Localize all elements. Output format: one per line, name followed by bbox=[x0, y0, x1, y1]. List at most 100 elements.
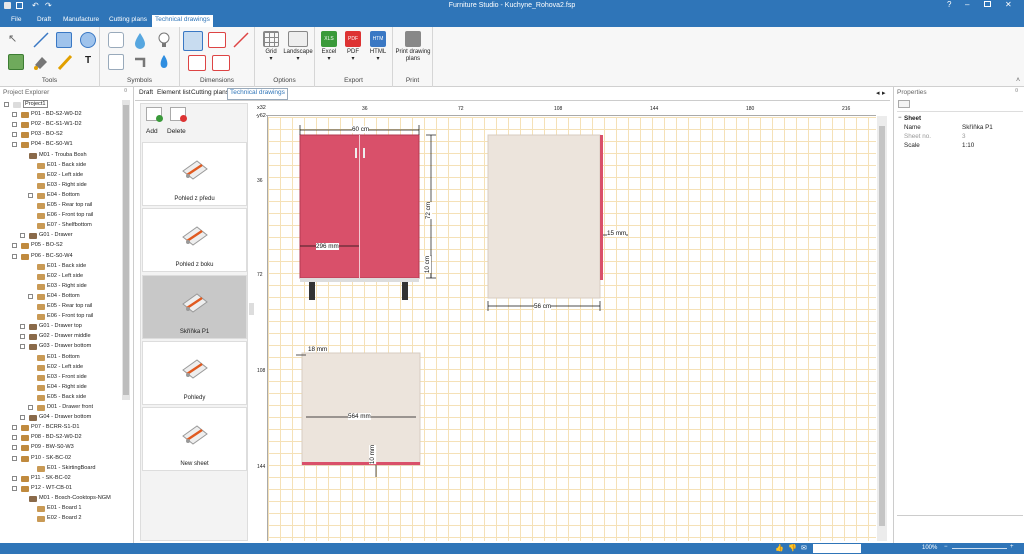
line-tool-icon[interactable] bbox=[32, 31, 50, 49]
water-drop-icon[interactable] bbox=[132, 31, 148, 49]
categorized-view-icon[interactable] bbox=[898, 100, 910, 108]
splitter-grip[interactable] bbox=[249, 303, 254, 315]
add-sheet-icon[interactable] bbox=[146, 107, 163, 122]
sheet-thumbnail[interactable]: Skříňka P1 bbox=[142, 274, 247, 339]
canvas-scrollbar-thumb[interactable] bbox=[879, 126, 885, 526]
zoom-in-icon[interactable]: + bbox=[1010, 544, 1014, 550]
bottom-view[interactable] bbox=[301, 352, 421, 466]
tree-expand-icon[interactable] bbox=[12, 435, 17, 441]
tab-cutting-plans[interactable]: Cutting plans bbox=[106, 15, 150, 24]
pointer-icon[interactable]: ↖ bbox=[8, 32, 24, 48]
image-tool-icon[interactable] bbox=[8, 54, 24, 70]
tab-technical-drawings[interactable]: Technical drawings bbox=[152, 15, 213, 27]
landscape-button[interactable]: Landscape ▾ bbox=[283, 31, 313, 62]
doctab-draft[interactable]: Draft bbox=[139, 89, 153, 96]
tree-expand-icon[interactable] bbox=[20, 324, 25, 330]
tree-expand-icon[interactable] bbox=[12, 475, 17, 481]
tab-draft[interactable]: Draft bbox=[34, 15, 54, 24]
close-icon[interactable]: ✕ bbox=[1005, 0, 1012, 9]
fill-tool-icon[interactable] bbox=[32, 53, 50, 71]
delete-sheet-button[interactable]: Delete bbox=[167, 128, 186, 135]
pdf-button[interactable]: PDF PDF ▾ bbox=[342, 31, 364, 62]
zoom-out-icon[interactable]: − bbox=[944, 544, 948, 550]
collapse-ribbon-icon[interactable]: ˄ bbox=[1016, 77, 1020, 84]
canvas-scrollbar[interactable] bbox=[877, 116, 887, 541]
tree-expand-icon[interactable] bbox=[12, 455, 17, 461]
dimension-angle-icon[interactable] bbox=[232, 31, 250, 49]
section-collapse-icon[interactable]: − bbox=[898, 115, 902, 121]
sheet-thumbnail[interactable]: Pohledy bbox=[142, 340, 247, 405]
dimensions-group: Dimensions bbox=[180, 27, 255, 87]
html-button[interactable]: HTM HTML ▾ bbox=[366, 31, 390, 62]
tree-expand-icon[interactable] bbox=[12, 122, 17, 128]
tree-expand-icon[interactable] bbox=[28, 192, 33, 198]
tree-expand-icon[interactable] bbox=[20, 334, 25, 340]
gas-flame-icon[interactable] bbox=[156, 53, 172, 71]
restore-icon[interactable] bbox=[984, 1, 991, 7]
dimension-chain-icon[interactable] bbox=[212, 55, 230, 71]
feedback-field[interactable] bbox=[813, 544, 861, 553]
tree-expand-icon[interactable] bbox=[28, 293, 33, 299]
explorer-scrollbar-thumb[interactable] bbox=[123, 105, 129, 395]
sheet-thumbnail[interactable]: Pohled z předu bbox=[142, 142, 247, 206]
tree-expand-icon[interactable] bbox=[20, 415, 25, 421]
tree-item-label: E01 - Board 1 bbox=[47, 505, 82, 511]
tree-expand-icon[interactable] bbox=[12, 243, 17, 249]
drawing-canvas[interactable]: 60 cm 72 cm 296 mm 10 cm 56 cm 15 mm 18 … bbox=[268, 117, 876, 541]
doctab-cutting-plans[interactable]: Cutting plans bbox=[191, 89, 229, 96]
prop-scale-value[interactable]: 1:10 bbox=[962, 142, 974, 149]
tree-expand-icon[interactable] bbox=[12, 142, 17, 148]
doctab-technical-drawings[interactable]: Technical drawings bbox=[227, 88, 288, 100]
delete-sheet-icon[interactable] bbox=[170, 107, 187, 122]
socket-symbol-icon[interactable] bbox=[108, 32, 124, 48]
tree-expand-icon[interactable] bbox=[12, 445, 17, 451]
tree-expand-icon[interactable] bbox=[12, 485, 17, 491]
drawing-sheet-icon bbox=[181, 422, 209, 446]
tree-expand-icon[interactable] bbox=[12, 112, 17, 118]
zoom-slider[interactable] bbox=[952, 548, 1007, 549]
help-icon[interactable]: ? bbox=[947, 0, 951, 9]
tree-expand-icon[interactable] bbox=[28, 405, 33, 410]
grid-button[interactable]: Grid ▾ bbox=[259, 31, 283, 62]
properties-pin-icon[interactable]: ¤ bbox=[1015, 88, 1018, 94]
like-icon[interactable]: 👍 bbox=[775, 544, 784, 552]
rectangle-tool-icon[interactable] bbox=[56, 32, 72, 48]
light-bulb-icon[interactable] bbox=[156, 31, 172, 49]
text-tool-icon[interactable]: T bbox=[80, 54, 96, 70]
faucet-icon[interactable] bbox=[132, 53, 148, 71]
dimension-vertical-icon[interactable] bbox=[208, 32, 226, 48]
tree-item-label: G03 - Drawer bottom bbox=[39, 343, 92, 350]
dislike-icon[interactable]: 👎 bbox=[788, 544, 797, 552]
drawing-sheet-icon bbox=[181, 290, 209, 314]
print-drawing-plans-button[interactable]: Print drawing plans bbox=[394, 31, 432, 63]
dimension-horizontal-icon[interactable] bbox=[183, 31, 203, 51]
comment-icon[interactable]: ✉ bbox=[801, 544, 807, 552]
side-view[interactable] bbox=[487, 134, 603, 299]
excel-button[interactable]: XLS Excel ▾ bbox=[318, 31, 340, 62]
prop-name-value[interactable]: Skříňka P1 bbox=[962, 124, 993, 131]
add-sheet-button[interactable]: Add bbox=[146, 128, 158, 135]
sheet-thumbnail[interactable]: Pohled z boku bbox=[142, 208, 247, 273]
sheet-thumbnail[interactable]: New sheet bbox=[142, 407, 247, 472]
doctab-element-list[interactable]: Element list bbox=[157, 89, 191, 96]
tab-scroll-right-icon[interactable]: ▸ bbox=[882, 89, 886, 97]
tree-expand-icon[interactable] bbox=[20, 233, 25, 239]
tab-manufacture[interactable]: Manufacture bbox=[60, 15, 102, 24]
front-view[interactable] bbox=[299, 134, 420, 300]
tab-scroll-left-icon[interactable]: ◂ bbox=[876, 89, 880, 97]
switch-symbol-icon[interactable] bbox=[108, 54, 124, 70]
pin-icon[interactable]: ¤ bbox=[124, 88, 127, 94]
explorer-scrollbar[interactable] bbox=[122, 100, 130, 400]
tree-expand-icon[interactable] bbox=[4, 102, 9, 107]
tree-expand-icon[interactable] bbox=[20, 344, 25, 350]
tree-expand-icon[interactable] bbox=[12, 253, 17, 259]
tree-expand-icon[interactable] bbox=[12, 132, 17, 138]
properties-divider bbox=[897, 111, 1023, 112]
properties-splitter[interactable] bbox=[897, 515, 1023, 516]
tree-expand-icon[interactable] bbox=[12, 425, 17, 431]
pencil-tool-icon[interactable] bbox=[56, 53, 74, 71]
circle-tool-icon[interactable] bbox=[80, 32, 96, 48]
tab-file[interactable]: File bbox=[8, 15, 24, 24]
minimize-icon[interactable]: – bbox=[965, 0, 969, 9]
dimension-aligned-icon[interactable] bbox=[188, 55, 206, 71]
